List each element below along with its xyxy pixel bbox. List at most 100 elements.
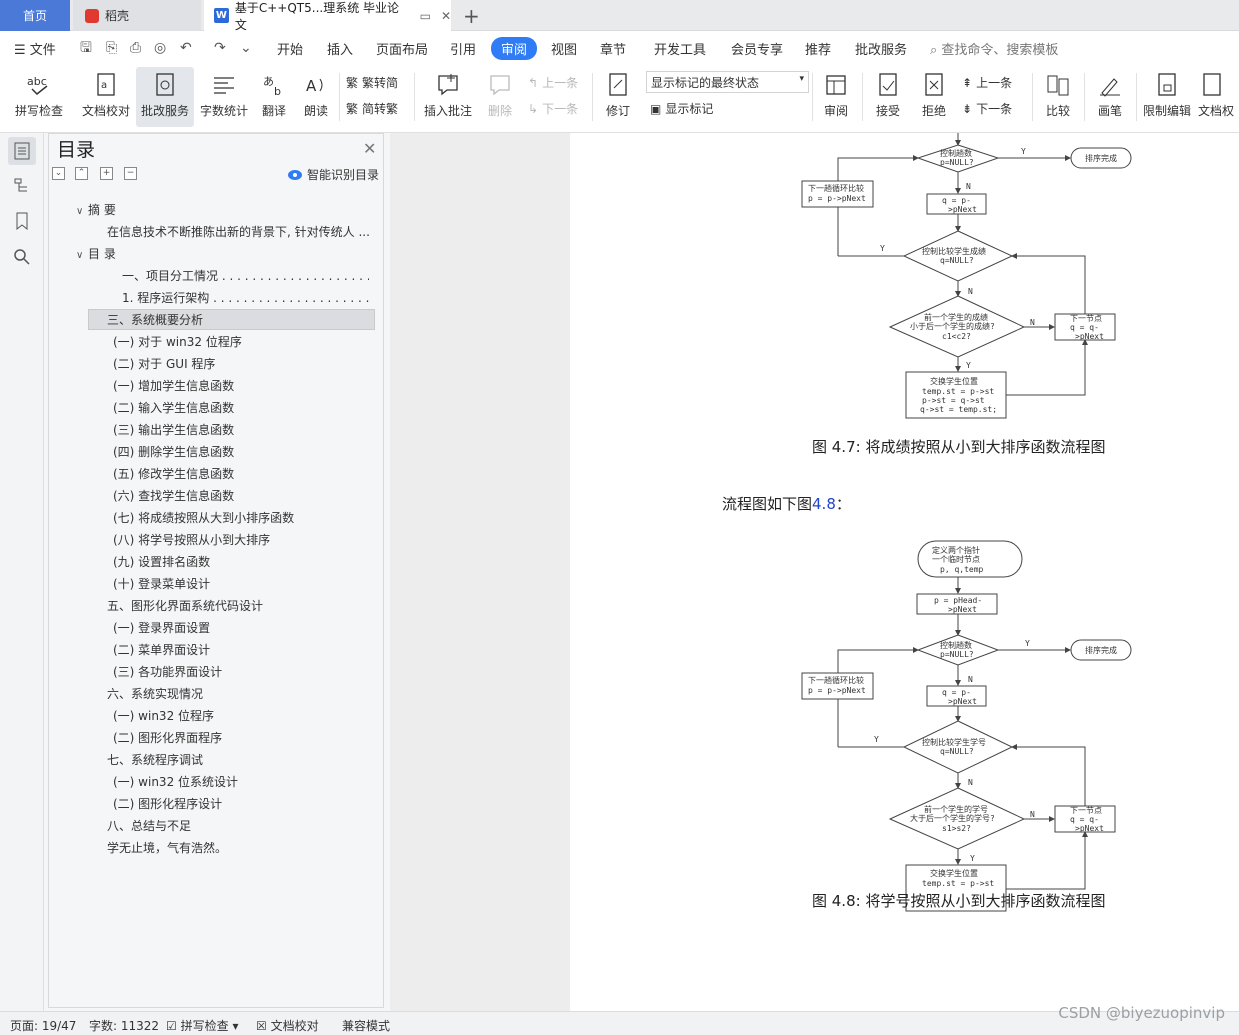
add-level-icon[interactable]: +: [100, 167, 113, 180]
review-pane-button[interactable]: 审阅: [816, 67, 856, 127]
insert-comment-button[interactable]: 插入批注: [420, 67, 476, 127]
toc-item[interactable]: 1. 程序运行架构 . . . . . . . . . . . . . . . …: [122, 288, 369, 308]
menu-recommend[interactable]: 推荐: [805, 39, 831, 58]
redo-icon[interactable]: ↷: [214, 40, 230, 56]
file-menu[interactable]: ☰ 文件: [14, 39, 56, 58]
tab-document[interactable]: W 基于C++QT5...理系统 毕业论文 ▭ ✕: [204, 0, 451, 32]
next-comment-button[interactable]: ↳ 下一条: [528, 100, 578, 117]
page-indicator[interactable]: 页面: 19/47: [10, 1017, 76, 1034]
toc-item[interactable]: ∨ 摘 要: [76, 200, 116, 220]
command-search[interactable]: ⌕ 查找命令、搜索模板: [930, 39, 1058, 58]
toc-item[interactable]: (一) 对于 win32 位程序: [113, 332, 242, 352]
translate-button[interactable]: あb 翻译: [254, 67, 294, 127]
new-tab-plus-icon[interactable]: +: [463, 4, 480, 28]
menu-start[interactable]: 开始: [277, 39, 303, 58]
status-spell-check[interactable]: ☑ 拼写检查 ▾: [166, 1017, 238, 1034]
screen-icon[interactable]: ▭: [420, 9, 431, 23]
toc-item[interactable]: (一) 登录界面设置: [113, 618, 210, 638]
toc-item[interactable]: (二) 对于 GUI 程序: [113, 354, 215, 374]
menu-view[interactable]: 视图: [551, 39, 577, 58]
prev-change-button[interactable]: ⇞ 上一条: [962, 74, 1012, 91]
menu-layout[interactable]: 页面布局: [376, 39, 428, 58]
toc-item[interactable]: 学无止境，气有浩然。: [107, 838, 227, 858]
toc-item[interactable]: (四) 删除学生信息函数: [113, 442, 234, 462]
menu-section[interactable]: 章节: [600, 39, 626, 58]
toc-item[interactable]: (五) 修改学生信息函数: [113, 464, 234, 484]
tab-home[interactable]: 首页: [0, 0, 70, 31]
toc-item[interactable]: (一) win32 位程序: [113, 706, 214, 726]
toc-item[interactable]: (十) 登录菜单设计: [113, 574, 210, 594]
trad-to-simp-button[interactable]: 繁繁转简: [346, 74, 398, 91]
status-doc-check[interactable]: ☒ 文档校对: [256, 1017, 319, 1034]
find-icon[interactable]: [8, 243, 36, 271]
accept-button[interactable]: 接受: [868, 67, 908, 127]
close-tab-icon[interactable]: ✕: [441, 9, 451, 23]
revise-button[interactable]: 修订: [598, 67, 638, 127]
toc-item[interactable]: (九) 设置排名函数: [113, 552, 210, 572]
read-aloud-button[interactable]: A 朗读: [298, 67, 334, 127]
menu-member[interactable]: 会员专享: [731, 39, 783, 58]
markup-state-select[interactable]: 显示标记的最终状态 ▾: [646, 71, 809, 93]
fc1-next-round-2: p = p->pNext: [808, 194, 866, 203]
toc-item[interactable]: (三) 各功能界面设计: [113, 662, 222, 682]
menu-review[interactable]: 审阅: [491, 37, 538, 60]
export-icon[interactable]: ⎘: [106, 40, 122, 56]
remove-level-icon[interactable]: −: [124, 167, 137, 180]
toc-item[interactable]: (八) 将学号按照从小到大排序: [113, 530, 270, 550]
collapse-up-icon[interactable]: ⌃: [75, 167, 88, 180]
undo-icon[interactable]: ↶: [180, 40, 196, 56]
structure-icon[interactable]: [8, 171, 36, 199]
next-change-button[interactable]: ⇟ 下一条: [962, 100, 1012, 117]
tab-daoke[interactable]: 稻壳: [73, 0, 201, 31]
toc-item[interactable]: 一、项目分工情况 . . . . . . . . . . . . . . . .…: [122, 266, 369, 286]
toc-item[interactable]: (二) 图形化界面程序: [113, 728, 222, 748]
prev-comment-button[interactable]: ↰ 上一条: [528, 74, 578, 91]
reject-button[interactable]: 拒绝: [914, 67, 954, 127]
toc-item[interactable]: (六) 查找学生信息函数: [113, 486, 234, 506]
menu-reference[interactable]: 引用: [450, 39, 476, 58]
toc-item[interactable]: (一) win32 位系统设计: [113, 772, 238, 792]
delete-comment-button[interactable]: 删除: [480, 67, 520, 127]
toc-item[interactable]: 七、系统程序调试: [107, 750, 203, 770]
simp-to-trad-button[interactable]: 繁简转繁: [346, 100, 398, 117]
save-icon[interactable]: 🖫: [80, 40, 96, 56]
toc-item[interactable]: 三、系统概要分析: [107, 310, 203, 330]
menu-insert[interactable]: 插入: [327, 39, 353, 58]
figure-ref-link[interactable]: 4.8: [812, 495, 836, 513]
doc-permission-button[interactable]: 文档权: [1198, 67, 1239, 127]
menu-devtools[interactable]: 开发工具: [654, 39, 706, 58]
toc-item[interactable]: 在信息技术不断推陈出新的背景下, 针对传统人 ...: [107, 222, 369, 242]
pen-button[interactable]: 画笔: [1090, 67, 1130, 127]
restrict-edit-button[interactable]: 限制编辑: [1140, 67, 1194, 127]
toc-item[interactable]: (七) 将成绩按照从大到小排序函数: [113, 508, 294, 528]
toc-item[interactable]: (二) 图形化程序设计: [113, 794, 222, 814]
menu-correction[interactable]: 批改服务: [855, 39, 907, 58]
toc-item[interactable]: ∨ 目 录: [76, 244, 116, 264]
document-page[interactable]: 控制趟数 p=NULL? 排序完成 Y 下一趟循环比较 p = p->pNext…: [570, 133, 1239, 1011]
show-markup-button[interactable]: ▣ 显示标记: [650, 100, 713, 117]
toc-item[interactable]: 六、系统实现情况: [107, 684, 203, 704]
review-service-button[interactable]: 批改服务: [136, 67, 194, 127]
toc-item[interactable]: (二) 输入学生信息函数: [113, 398, 234, 418]
toc-item[interactable]: (三) 输出学生信息函数: [113, 420, 234, 440]
bookmark-icon[interactable]: [8, 207, 36, 235]
toc-item[interactable]: (二) 菜单界面设计: [113, 640, 210, 660]
chevron-down-icon[interactable]: ∨: [76, 246, 88, 266]
toc-item[interactable]: 五、图形化界面系统代码设计: [107, 596, 263, 616]
fc2-y3: Y: [970, 854, 975, 863]
word-count[interactable]: 字数: 11322: [89, 1017, 159, 1034]
compare-button[interactable]: 比较: [1038, 67, 1078, 127]
toc-nav-icon[interactable]: [8, 137, 36, 165]
spell-check-button[interactable]: abc 拼写检查: [8, 67, 70, 127]
expand-down-icon[interactable]: ⌄: [52, 167, 65, 180]
toc-item[interactable]: 八、总结与不足: [107, 816, 191, 836]
close-icon[interactable]: ✕: [363, 139, 376, 158]
toc-item[interactable]: (一) 增加学生信息函数: [113, 376, 234, 396]
preview-icon[interactable]: ◎: [154, 40, 170, 56]
doc-check-button[interactable]: a 文档校对: [78, 67, 134, 127]
quick-access-chevron-icon[interactable]: ⌄: [240, 40, 256, 56]
print-icon[interactable]: ⎙: [130, 40, 146, 56]
chevron-down-icon[interactable]: ∨: [76, 202, 88, 222]
smart-toc-button[interactable]: 智能识别目录: [288, 166, 379, 183]
word-count-button[interactable]: 字数统计: [198, 67, 250, 127]
